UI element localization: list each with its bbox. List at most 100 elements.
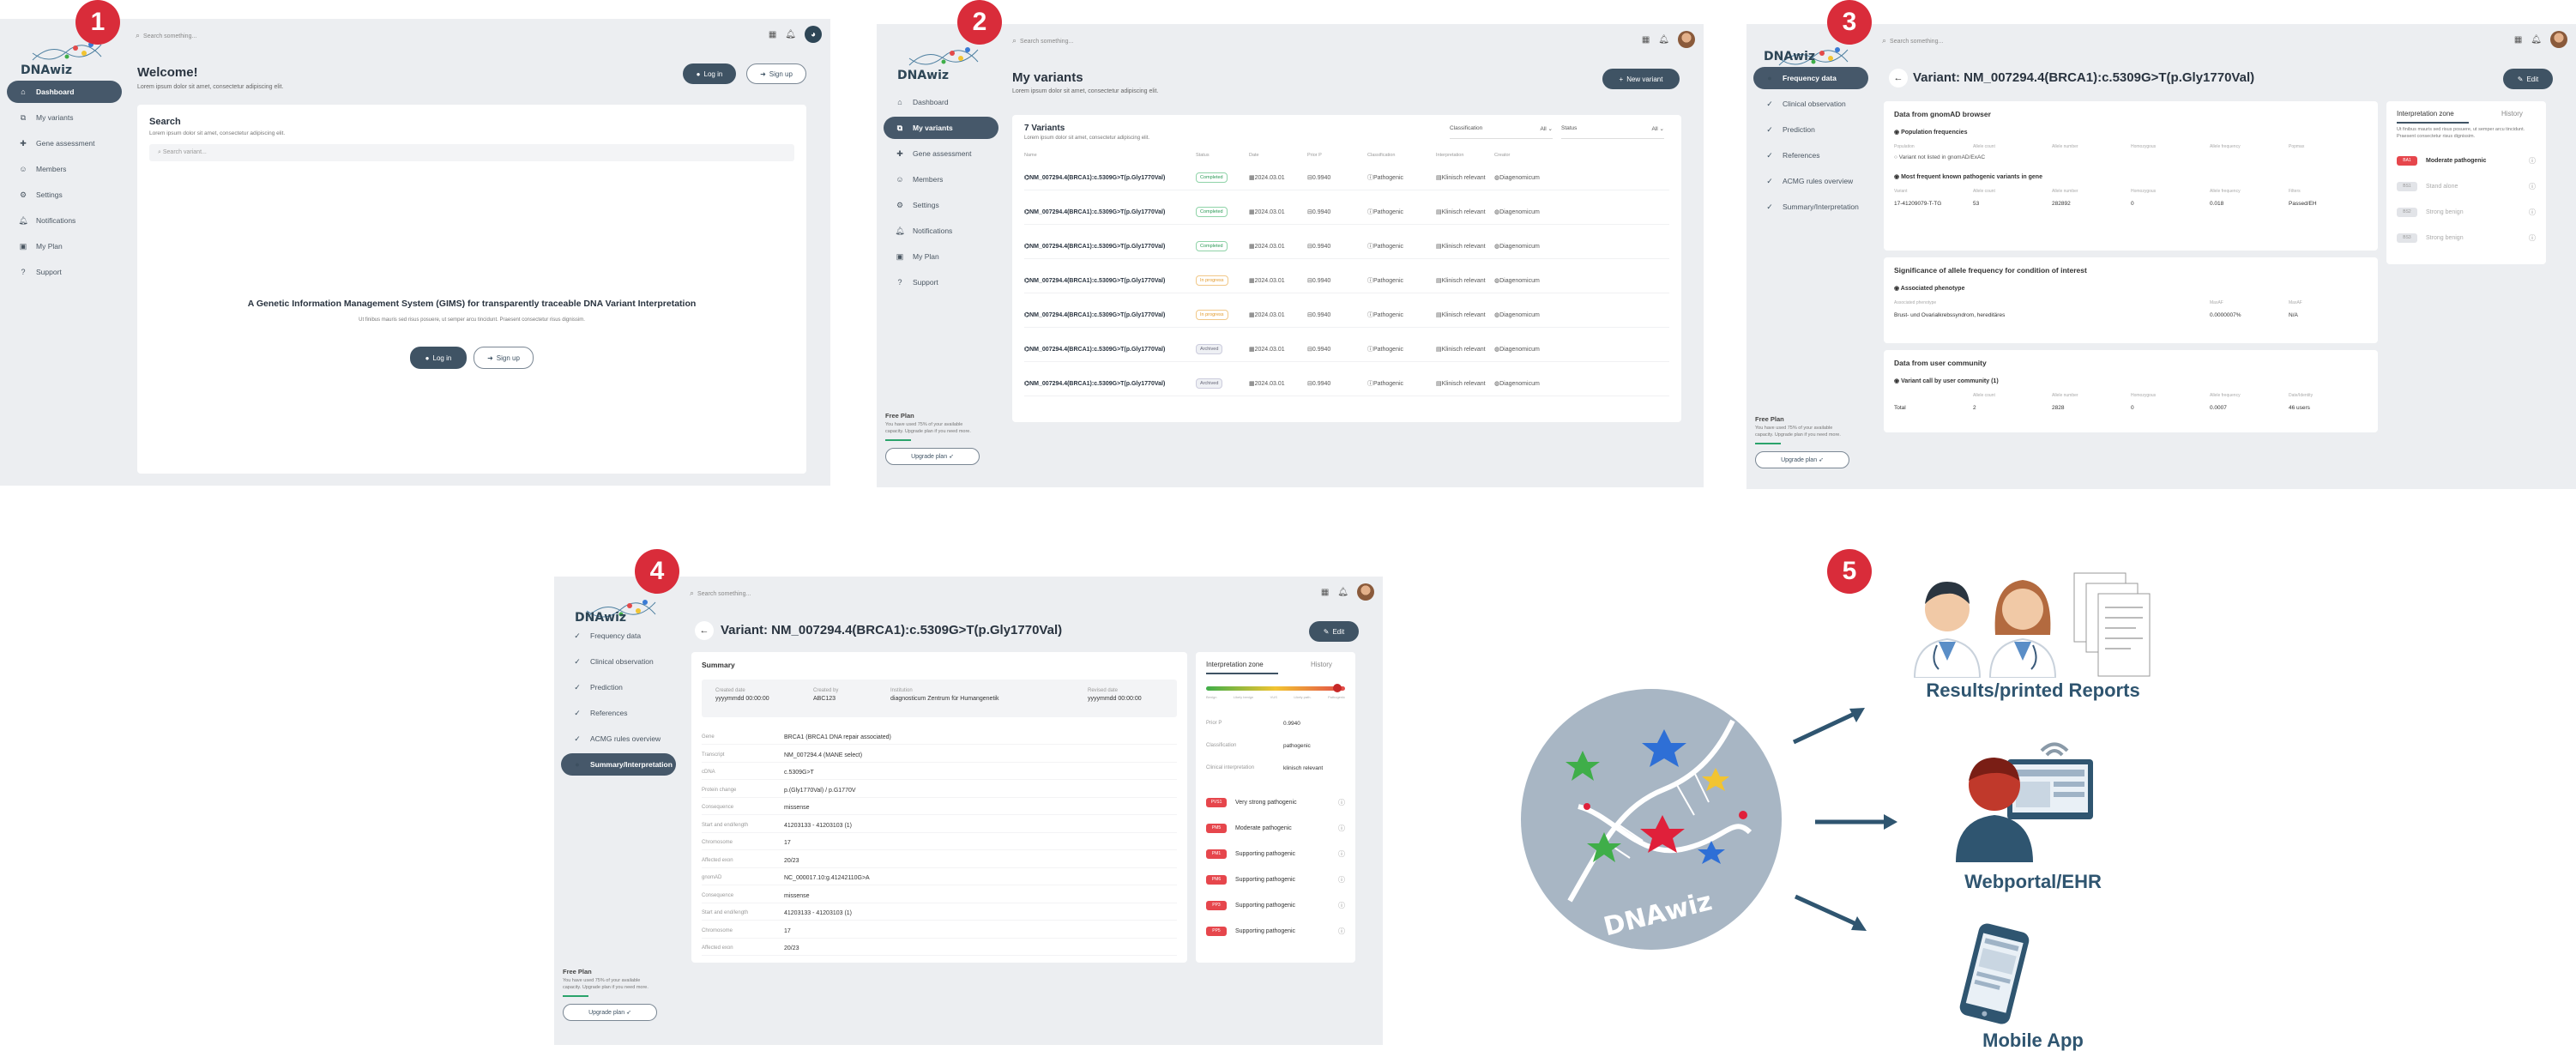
- tab-history[interactable]: History: [2501, 110, 2523, 118]
- new-variant-button[interactable]: + New variant: [1602, 69, 1680, 89]
- info-icon[interactable]: ⓘ: [1338, 927, 1345, 936]
- info-icon[interactable]: ⓘ: [2529, 208, 2536, 217]
- criterion-row[interactable]: PM5 Moderate pathogenic ⓘ: [1206, 824, 1345, 833]
- table-row[interactable]: ⌬ NM_007294.4(BRCA1):c.5309G>T(p.Gly1770…: [1024, 233, 1669, 259]
- column-header[interactable]: Date: [1249, 153, 1259, 158]
- signup-button[interactable]: ➜ Sign up: [746, 63, 806, 84]
- back-button[interactable]: ←: [1889, 69, 1908, 88]
- column-header[interactable]: Name: [1024, 153, 1037, 158]
- criterion-row[interactable]: PP5 Supporting pathogenic ⓘ: [1206, 927, 1345, 936]
- info-icon[interactable]: ⓘ: [2529, 156, 2536, 166]
- table-row[interactable]: ⌬ NM_007294.4(BRCA1):c.5309G>T(p.Gly1770…: [1024, 268, 1669, 293]
- hero-signup-button[interactable]: ➜ Sign up: [474, 347, 534, 369]
- bell-icon[interactable]: 🔔︎: [1658, 35, 1669, 45]
- tab-interpretation[interactable]: Interpretation zone: [2397, 110, 2469, 124]
- column-header[interactable]: Status: [1196, 153, 1210, 158]
- criterion-row[interactable]: BS1 Stand alone ⓘ: [2397, 182, 2536, 191]
- info-icon[interactable]: ⓘ: [1338, 849, 1345, 859]
- sidebar-item-my-plan[interactable]: ▣ My Plan: [7, 235, 122, 257]
- info-icon[interactable]: ⓘ: [1338, 901, 1345, 910]
- tab-interpretation[interactable]: Interpretation zone: [1206, 661, 1278, 674]
- sidebar-item-summary-interpretation[interactable]: ● Summary/Interpretation: [561, 753, 676, 776]
- bell-icon[interactable]: 🔔︎: [785, 30, 796, 39]
- apps-icon[interactable]: ▦: [1321, 588, 1329, 597]
- variant-search-input[interactable]: ⌕ Search variant...: [149, 144, 794, 161]
- hero-login-button[interactable]: ● Log in: [410, 347, 467, 369]
- bell-icon[interactable]: 🔔︎: [2531, 35, 2542, 45]
- sidebar-item-prediction[interactable]: ✓ Prediction: [1753, 118, 1868, 141]
- back-button[interactable]: ←: [695, 621, 714, 640]
- avatar[interactable]: [1357, 583, 1374, 601]
- sidebar-item-settings[interactable]: ⚙ Settings: [884, 194, 998, 216]
- avatar[interactable]: [2550, 31, 2567, 48]
- plan-desc: You have used 75% of your available capa…: [1755, 426, 1841, 438]
- upgrade-plan-button[interactable]: Upgrade plan ➶: [563, 1004, 657, 1022]
- sidebar-item-notifications[interactable]: 🔔︎ Notifications: [884, 220, 998, 242]
- apps-icon[interactable]: ▦: [1642, 35, 1650, 45]
- column-header[interactable]: Interpretation: [1436, 153, 1463, 158]
- signup-icon: ➜: [760, 69, 766, 78]
- edit-button[interactable]: ✎ Edit: [2503, 69, 2553, 89]
- table-row[interactable]: ⌬ NM_007294.4(BRCA1):c.5309G>T(p.Gly1770…: [1024, 371, 1669, 396]
- upgrade-plan-button[interactable]: Upgrade plan ➶: [1755, 451, 1849, 469]
- criterion-row[interactable]: PM1 Supporting pathogenic ⓘ: [1206, 849, 1345, 859]
- sidebar-item-gene-assessment[interactable]: ✚ Gene assessment: [884, 142, 998, 165]
- sidebar-item-clinical-observation[interactable]: ✓ Clinical observation: [1753, 93, 1868, 115]
- sidebar-item-settings[interactable]: ⚙ Settings: [7, 184, 122, 206]
- sidebar-item-my-plan[interactable]: ▣ My Plan: [884, 245, 998, 268]
- avatar[interactable]: ◕: [805, 26, 822, 43]
- column-header[interactable]: Prior P: [1307, 153, 1322, 158]
- criterion-row[interactable]: PM6 Supporting pathogenic ⓘ: [1206, 875, 1345, 885]
- info-icon[interactable]: ⓘ: [1338, 798, 1345, 807]
- bell-icon[interactable]: 🔔︎: [1337, 588, 1348, 597]
- apps-icon[interactable]: ▦: [769, 30, 776, 39]
- criterion-row[interactable]: BA1 Moderate pathogenic ⓘ: [2397, 156, 2536, 166]
- sidebar-item-my-variants[interactable]: ⧉ My variants: [7, 106, 122, 129]
- table-row[interactable]: ⌬ NM_007294.4(BRCA1):c.5309G>T(p.Gly1770…: [1024, 199, 1669, 225]
- sidebar-item-acmg-rules-overview[interactable]: ✓ ACMG rules overview: [561, 728, 676, 750]
- sidebar-item-notifications[interactable]: 🔔︎ Notifications: [7, 209, 122, 232]
- column-header[interactable]: Creator: [1494, 153, 1510, 158]
- sidebar-item-summary-interpretation[interactable]: ✓ Summary/Interpretation: [1753, 196, 1868, 218]
- sidebar-item-references[interactable]: ✓ References: [1753, 144, 1868, 166]
- status-filter[interactable]: Status All ⌄: [1561, 125, 1664, 139]
- sidebar-item-references[interactable]: ✓ References: [561, 702, 676, 724]
- sidebar-item-members[interactable]: ☺ Members: [7, 158, 122, 180]
- table-row[interactable]: ⌬ NM_007294.4(BRCA1):c.5309G>T(p.Gly1770…: [1024, 165, 1669, 190]
- sidebar-item-frequency-data[interactable]: ✓ Frequency data: [561, 625, 676, 647]
- sidebar-item-acmg-rules-overview[interactable]: ✓ ACMG rules overview: [1753, 170, 1868, 192]
- sidebar-item-dashboard[interactable]: ⌂ Dashboard: [884, 91, 998, 113]
- apps-icon[interactable]: ▦: [2514, 35, 2522, 45]
- sidebar-item-support[interactable]: ? Support: [7, 261, 122, 283]
- info-icon[interactable]: ⓘ: [1338, 875, 1345, 885]
- info-icon[interactable]: ⓘ: [1338, 824, 1345, 833]
- classification-filter[interactable]: Classification All ⌄: [1450, 125, 1553, 139]
- criterion-row[interactable]: PP3 Supporting pathogenic ⓘ: [1206, 901, 1345, 910]
- sidebar-item-members[interactable]: ☺ Members: [884, 168, 998, 190]
- sidebar-item-clinical-observation[interactable]: ✓ Clinical observation: [561, 650, 676, 673]
- tab-history[interactable]: History: [1311, 661, 1332, 668]
- search-bar[interactable]: ⌕ Search something...: [136, 31, 196, 40]
- upgrade-plan-button[interactable]: Upgrade plan ➶: [885, 448, 980, 466]
- criterion-row[interactable]: BS3 Strong benign ⓘ: [2397, 233, 2536, 243]
- search-bar[interactable]: ⌕ Search something...: [690, 589, 751, 598]
- criterion-row[interactable]: PVS1 Very strong pathogenic ⓘ: [1206, 798, 1345, 807]
- avatar[interactable]: [1678, 31, 1695, 48]
- table-row[interactable]: ⌬ NM_007294.4(BRCA1):c.5309G>T(p.Gly1770…: [1024, 302, 1669, 328]
- sidebar-item-gene-assessment[interactable]: ✚ Gene assessment: [7, 132, 122, 154]
- info-icon[interactable]: ⓘ: [2529, 182, 2536, 191]
- info-icon[interactable]: ⓘ: [2529, 233, 2536, 243]
- sidebar-item-dashboard[interactable]: ⌂ Dashboard: [7, 81, 122, 103]
- sidebar-item-support[interactable]: ? Support: [884, 271, 998, 293]
- sidebar-item-my-variants[interactable]: ⧉ My variants: [884, 117, 998, 139]
- sidebar-item-frequency-data[interactable]: ● Frequency data: [1753, 67, 1868, 89]
- table-row[interactable]: ⌬ NM_007294.4(BRCA1):c.5309G>T(p.Gly1770…: [1024, 336, 1669, 362]
- search-bar[interactable]: ⌕ Search something...: [1882, 36, 1943, 45]
- edit-button[interactable]: ✎ Edit: [1309, 621, 1359, 642]
- column-header[interactable]: Classification: [1367, 153, 1395, 158]
- search-bar[interactable]: ⌕ Search something...: [1012, 36, 1073, 45]
- login-button[interactable]: ● Log in: [683, 63, 736, 84]
- criterion-row[interactable]: BS2 Strong benign ⓘ: [2397, 208, 2536, 217]
- sidebar-item-label: My Plan: [36, 242, 63, 251]
- sidebar-item-prediction[interactable]: ✓ Prediction: [561, 676, 676, 698]
